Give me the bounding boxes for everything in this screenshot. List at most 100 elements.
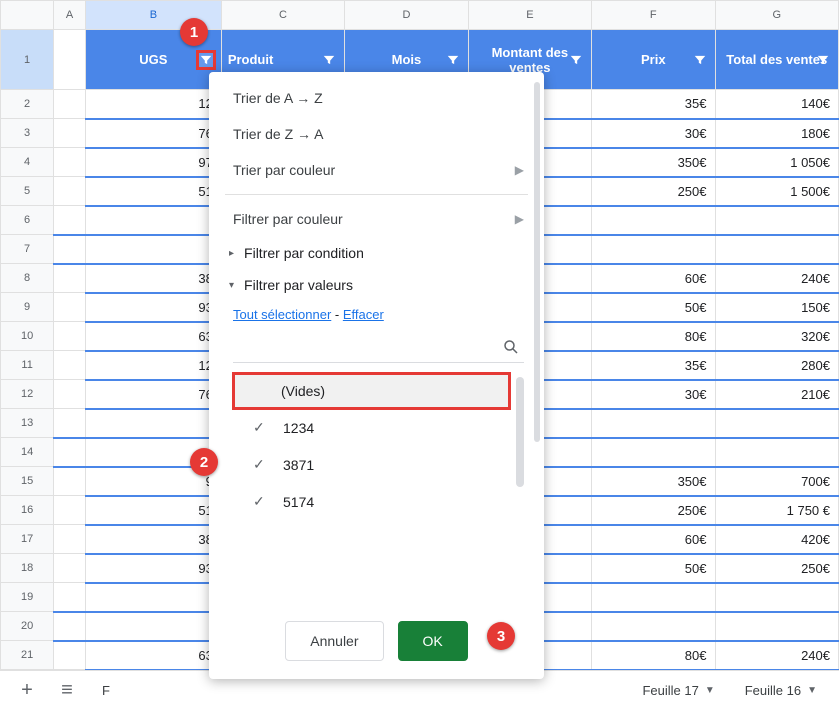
cell[interactable]: 51 — [85, 496, 221, 525]
filter-icon[interactable] — [444, 51, 462, 69]
cell[interactable]: 51 — [85, 177, 221, 206]
cell[interactable]: 250€ — [715, 554, 839, 583]
cell[interactable]: 1 050€ — [715, 148, 839, 177]
cell[interactable] — [715, 409, 839, 438]
row-header-1[interactable]: 1 — [1, 30, 54, 90]
cell[interactable]: 250€ — [592, 177, 715, 206]
add-sheet-button[interactable]: + — [10, 676, 44, 706]
row-header[interactable]: 8 — [1, 264, 54, 293]
cell[interactable]: 350€ — [592, 467, 715, 496]
cell[interactable] — [54, 148, 86, 177]
cell[interactable]: 35€ — [592, 351, 715, 380]
cell[interactable]: 38 — [85, 525, 221, 554]
cell[interactable] — [715, 235, 839, 264]
cell[interactable] — [54, 177, 86, 206]
cell[interactable] — [715, 206, 839, 235]
cell[interactable] — [85, 235, 221, 264]
col-header-G[interactable]: G — [715, 1, 839, 30]
filter-by-values[interactable]: ▾Filtrer par valeurs — [209, 269, 544, 301]
cell[interactable]: 700€ — [715, 467, 839, 496]
row-header[interactable]: 7 — [1, 235, 54, 264]
row-header[interactable]: 11 — [1, 351, 54, 380]
row-header[interactable]: 9 — [1, 293, 54, 322]
clear-link[interactable]: Effacer — [343, 307, 384, 322]
col-header-F[interactable]: F — [592, 1, 715, 30]
row-header[interactable]: 15 — [1, 467, 54, 496]
row-header[interactable]: 19 — [1, 583, 54, 612]
col-header-E[interactable]: E — [468, 1, 591, 30]
cell[interactable] — [85, 409, 221, 438]
cell[interactable]: 38 — [85, 264, 221, 293]
cell[interactable]: 63 — [85, 322, 221, 351]
row-header[interactable]: 21 — [1, 641, 54, 670]
cell[interactable]: 12 — [85, 90, 221, 119]
cell[interactable] — [54, 641, 86, 670]
row-header[interactable]: 4 — [1, 148, 54, 177]
cell[interactable]: 250€ — [592, 496, 715, 525]
cell[interactable] — [54, 525, 86, 554]
cell[interactable]: 12 — [85, 351, 221, 380]
filter-value-item[interactable]: ✓1234 — [233, 409, 510, 446]
ok-button[interactable]: OK — [398, 621, 468, 661]
filter-by-condition[interactable]: ▸Filtrer par condition — [209, 237, 544, 269]
cell[interactable]: 140€ — [715, 90, 839, 119]
sheet-tab[interactable]: Feuille 16▼ — [733, 677, 829, 704]
cell[interactable]: 50€ — [592, 293, 715, 322]
cell[interactable]: 63 — [85, 641, 221, 670]
cell[interactable] — [54, 612, 86, 641]
cell[interactable] — [715, 612, 839, 641]
sort-by-color[interactable]: Trier par couleur▶ — [209, 152, 544, 188]
cell[interactable] — [592, 206, 715, 235]
cell[interactable]: 240€ — [715, 264, 839, 293]
cell[interactable] — [54, 496, 86, 525]
cell[interactable]: 50€ — [592, 554, 715, 583]
row-header[interactable]: 13 — [1, 409, 54, 438]
sort-za[interactable]: Trier de Z → A — [209, 116, 544, 152]
filter-icon[interactable] — [691, 51, 709, 69]
cell[interactable] — [54, 119, 86, 148]
cell[interactable]: 420€ — [715, 525, 839, 554]
cell[interactable] — [54, 206, 86, 235]
cell[interactable] — [54, 264, 86, 293]
cell[interactable]: 1 500€ — [715, 177, 839, 206]
cell[interactable]: 210€ — [715, 380, 839, 409]
cell[interactable]: 60€ — [592, 525, 715, 554]
filter-search-input[interactable] — [233, 334, 524, 363]
cell[interactable] — [54, 554, 86, 583]
cell[interactable] — [592, 438, 715, 467]
select-all-corner[interactable] — [1, 1, 54, 30]
filter-by-color[interactable]: Filtrer par couleur▶ — [209, 201, 544, 237]
cell[interactable] — [592, 235, 715, 264]
values-scrollbar[interactable] — [516, 377, 524, 487]
col-header-A[interactable]: A — [54, 1, 86, 30]
filter-icon[interactable] — [567, 51, 585, 69]
cell[interactable]: 76 — [85, 380, 221, 409]
cell[interactable]: 97 — [85, 148, 221, 177]
cell[interactable] — [54, 409, 86, 438]
col-header-D[interactable]: D — [345, 1, 468, 30]
sheet-tab-partial[interactable]: F — [90, 677, 122, 704]
col-header-C[interactable]: C — [221, 1, 344, 30]
row-header[interactable]: 12 — [1, 380, 54, 409]
cell[interactable]: 180€ — [715, 119, 839, 148]
cell[interactable] — [85, 583, 221, 612]
row-header[interactable]: 3 — [1, 119, 54, 148]
filter-icon-ugs[interactable] — [197, 51, 215, 69]
header-cell-prix[interactable]: Prix — [592, 30, 715, 90]
row-header[interactable]: 18 — [1, 554, 54, 583]
cell[interactable] — [715, 438, 839, 467]
cell[interactable]: 150€ — [715, 293, 839, 322]
cell[interactable]: 80€ — [592, 641, 715, 670]
filter-icon[interactable] — [814, 51, 832, 69]
cell[interactable]: 320€ — [715, 322, 839, 351]
cell[interactable]: 1 750 € — [715, 496, 839, 525]
cell[interactable] — [85, 206, 221, 235]
cell[interactable]: 76 — [85, 119, 221, 148]
cell[interactable] — [54, 380, 86, 409]
cell[interactable]: 240€ — [715, 641, 839, 670]
cell[interactable]: 350€ — [592, 148, 715, 177]
cell[interactable]: 280€ — [715, 351, 839, 380]
cell[interactable] — [592, 583, 715, 612]
row-header[interactable]: 5 — [1, 177, 54, 206]
cell[interactable] — [54, 293, 86, 322]
